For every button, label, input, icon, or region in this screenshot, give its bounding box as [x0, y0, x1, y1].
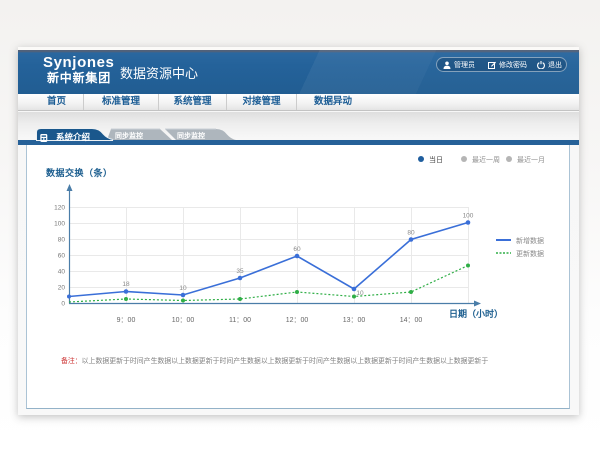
svg-text:40: 40	[58, 269, 66, 276]
svg-text:11：00: 11：00	[229, 317, 251, 324]
svg-text:80: 80	[58, 237, 66, 244]
svg-text:最近一月: 最近一月	[517, 155, 545, 164]
svg-text:9：00: 9：00	[117, 317, 136, 324]
svg-text:13：00: 13：00	[343, 317, 366, 324]
svg-text:12：00: 12：00	[286, 317, 309, 324]
svg-text:数据交换（条）: 数据交换（条）	[46, 167, 113, 178]
svg-text:0: 0	[61, 301, 65, 308]
svg-text:当日: 当日	[429, 155, 443, 164]
svg-text:60: 60	[58, 253, 66, 260]
svg-text:新增数据: 新增数据	[516, 236, 544, 245]
svg-text:最近一周: 最近一周	[472, 155, 500, 164]
svg-text:10: 10	[179, 285, 187, 292]
svg-text:10: 10	[356, 290, 364, 297]
svg-text:14：00: 14：00	[400, 317, 423, 324]
svg-text:日期（小时）: 日期（小时）	[449, 308, 503, 319]
svg-text:同步监控: 同步监控	[115, 131, 143, 140]
svg-text:120: 120	[54, 205, 65, 212]
svg-text:备注：以上数据更新于时间产生数据以上数据更新于时间产生数据以: 备注：以上数据更新于时间产生数据以上数据更新于时间产生数据以上数据更新于时间产生…	[61, 356, 488, 365]
svg-text:系统介绍: 系统介绍	[56, 132, 91, 142]
svg-text:20: 20	[58, 285, 66, 292]
svg-text:100: 100	[54, 221, 65, 228]
svg-text:10：00: 10：00	[172, 317, 195, 324]
svg-text:35: 35	[236, 268, 244, 275]
svg-text:更新数据: 更新数据	[516, 249, 544, 258]
svg-text:同步监控: 同步监控	[177, 131, 205, 140]
svg-text:80: 80	[407, 230, 415, 237]
svg-text:100: 100	[463, 213, 474, 220]
svg-text:60: 60	[293, 246, 301, 253]
svg-text:18: 18	[122, 281, 130, 288]
